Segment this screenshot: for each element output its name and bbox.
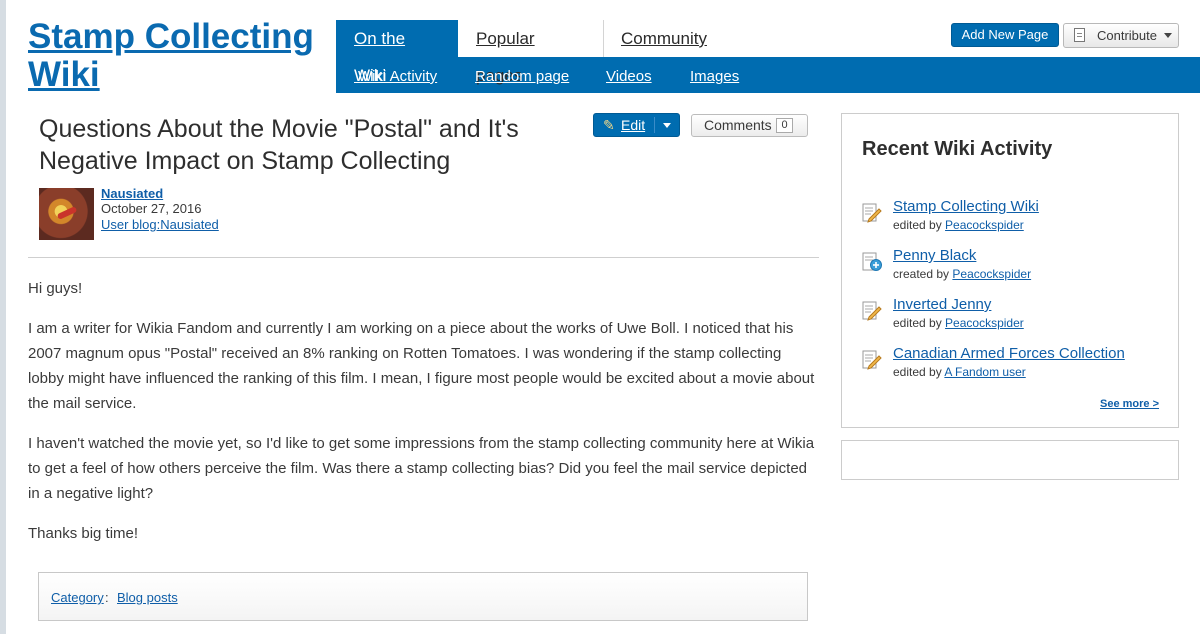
wiki-title-link[interactable]: Stamp Collecting Wiki (28, 18, 328, 94)
activity-action: edited by (893, 316, 942, 330)
activity-action: edited by (893, 365, 942, 379)
subnav-images[interactable]: Images (690, 68, 739, 86)
edit-icon (862, 350, 882, 370)
edit-icon (862, 203, 882, 223)
category-blog-posts-link[interactable]: Blog posts (117, 590, 178, 605)
activity-action: created by (893, 267, 950, 281)
author-name-link[interactable]: Nausiated (101, 186, 163, 201)
tab-on-the-wiki[interactable]: On the Wiki (336, 20, 458, 85)
activity-meta: edited by Peacockspider (893, 316, 1024, 330)
comments-button[interactable]: Comments 0 (691, 114, 808, 137)
activity-title-link[interactable]: Stamp Collecting Wiki (893, 198, 1039, 216)
edit-icon (862, 301, 882, 321)
category-label-link[interactable]: Category (51, 590, 104, 605)
page-title: Questions About the Movie "Postal" and I… (39, 115, 519, 175)
category-colon: : (105, 590, 109, 605)
activity-item: Canadian Armed Forces Collection edited … (862, 345, 1162, 385)
activity-item: Stamp Collecting Wiki edited by Peacocks… (862, 198, 1162, 238)
comment-count-badge: 0 (776, 118, 793, 133)
activity-user-link[interactable]: A Fandom user (944, 365, 1025, 379)
post-date: October 27, 2016 (101, 201, 202, 216)
body-paragraph: I haven't watched the movie yet, so I'd … (28, 435, 815, 502)
activity-title-link[interactable]: Penny Black (893, 247, 976, 265)
activity-user-link[interactable]: Peacockspider (945, 316, 1024, 330)
recent-activity-title: Recent Wiki Activity (862, 138, 1053, 160)
new-page-icon (862, 252, 882, 271)
body-paragraph: I am a writer for Wikia Fandom and curre… (28, 320, 815, 412)
activity-meta: edited by Peacockspider (893, 218, 1024, 232)
body-paragraph: Hi guys! (28, 280, 83, 297)
activity-title-link[interactable]: Inverted Jenny (893, 296, 991, 314)
document-icon (1074, 28, 1085, 42)
rail-empty-module (841, 440, 1179, 480)
pencil-icon: ✎ (603, 117, 615, 133)
edit-label: Edit (621, 117, 646, 133)
subnav-random-page[interactable]: Random page (475, 68, 569, 86)
activity-item: Inverted Jenny edited by Peacockspider (862, 296, 1162, 336)
body-paragraph: Thanks big time! (28, 525, 139, 542)
activity-user-link[interactable]: Peacockspider (945, 218, 1024, 232)
left-edge-rail (0, 0, 6, 634)
header-divider (28, 257, 819, 258)
tab-popular-pages[interactable]: Popular pages (458, 20, 603, 85)
add-new-page-button[interactable]: Add New Page (951, 23, 1059, 47)
subnav-videos[interactable]: Videos (606, 68, 652, 86)
contribute-label: Contribute (1097, 28, 1157, 43)
chevron-down-icon[interactable] (663, 123, 671, 128)
chevron-down-icon (1164, 33, 1172, 38)
tab-community[interactable]: Community (603, 20, 723, 57)
edit-split-divider (654, 117, 655, 133)
category-box: Category : Blog posts (38, 572, 808, 621)
activity-meta: edited by A Fandom user (893, 365, 1026, 379)
comments-label: Comments (704, 117, 772, 133)
avatar[interactable] (39, 188, 94, 240)
activity-action: edited by (893, 218, 942, 232)
edit-button[interactable]: ✎ Edit (593, 113, 680, 137)
activity-item: Penny Black created by Peacockspider (862, 247, 1162, 287)
activity-user-link[interactable]: Peacockspider (952, 267, 1031, 281)
activity-title-link[interactable]: Canadian Armed Forces Collection (893, 345, 1125, 363)
user-blog-link[interactable]: User blog:Nausiated (101, 217, 219, 232)
subnav-bar (336, 57, 1200, 93)
see-more-link[interactable]: See more > (1100, 397, 1159, 411)
recent-activity-module: Recent Wiki Activity Stamp Collecting Wi… (841, 113, 1179, 428)
contribute-button[interactable]: Contribute (1063, 23, 1179, 48)
subnav-wiki-activity[interactable]: Wiki Activity (358, 68, 437, 86)
activity-meta: created by Peacockspider (893, 267, 1031, 281)
